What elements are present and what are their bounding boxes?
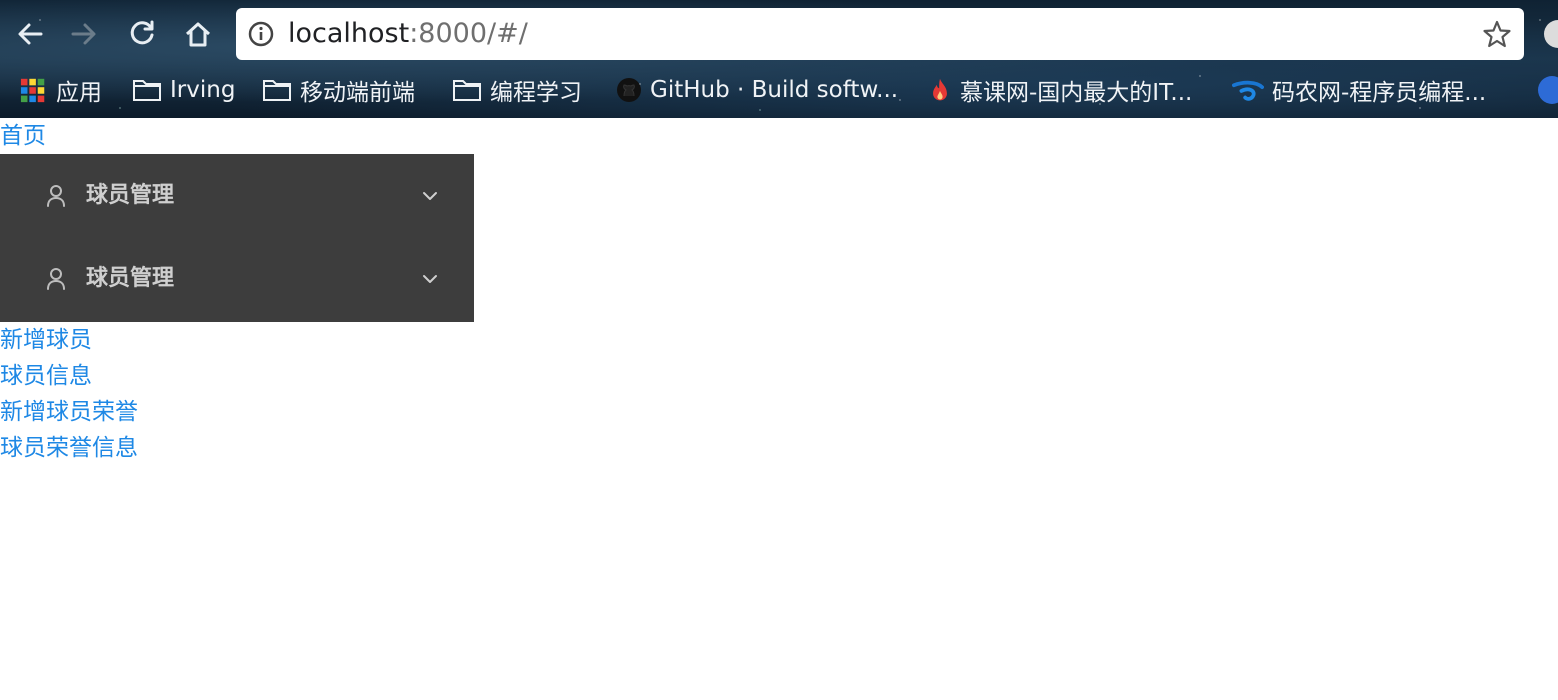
submenu-player-management[interactable]: 球员管理 — [0, 251, 474, 307]
forward-button[interactable] — [66, 14, 102, 54]
submenu-player-management[interactable]: 球员管理 — [0, 168, 474, 224]
home-button[interactable] — [180, 14, 216, 54]
folder-icon — [133, 80, 161, 101]
page-content: 首页 球员管理 球员管理 新增球员 球员信息 新增球员荣誉 球员荣誉信息 — [0, 118, 1558, 700]
link-player-info[interactable]: 球员信息 — [0, 358, 92, 394]
chevron-down-icon — [423, 192, 437, 200]
link-player-honor-info[interactable]: 球员荣誉信息 — [0, 430, 138, 466]
folder-icon — [453, 80, 481, 101]
bookmark-folder-irving[interactable]: Irving — [132, 74, 235, 106]
bookmark-overflow-icon[interactable] — [1538, 76, 1558, 104]
apps-grid-icon — [20, 78, 45, 103]
info-icon[interactable] — [248, 21, 274, 47]
bookmark-imooc[interactable]: 慕课网-国内最大的IT... — [928, 74, 1192, 106]
bookmark-apps[interactable]: 应用 — [20, 74, 102, 106]
bookmark-codeceo[interactable]: 码农网-程序员编程... — [1232, 74, 1486, 106]
url-host: localhost — [288, 18, 410, 49]
home-icon — [185, 22, 211, 47]
flame-icon — [933, 78, 947, 101]
bookmark-github[interactable]: GitHub · Build softw... — [616, 74, 898, 106]
bookmark-label: Irving — [170, 77, 236, 103]
link-add-player[interactable]: 新增球员 — [0, 322, 92, 358]
link-add-player-honor[interactable]: 新增球员荣誉 — [0, 394, 138, 430]
bookmark-label: 应用 — [56, 80, 102, 106]
bookmark-label: GitHub · Build softw... — [650, 77, 899, 103]
url-path: :8000/#/ — [409, 18, 528, 49]
bookmark-folder-programming[interactable]: 编程学习 — [452, 74, 582, 106]
home-link[interactable]: 首页 — [0, 118, 46, 154]
user-icon — [47, 268, 65, 290]
bookmark-label: 慕课网-国内最大的IT... — [960, 80, 1193, 106]
bookmarks-bar: 应用 Irving 移动端前端 编程学习 GitHub · Build soft… — [0, 68, 1558, 112]
extension-icon[interactable] — [1544, 20, 1558, 48]
url-text[interactable]: localhost:8000/#/ — [288, 18, 528, 50]
address-bar[interactable]: localhost:8000/#/ — [236, 8, 1524, 60]
bookmark-label: 移动端前端 — [300, 80, 415, 106]
chevron-down-icon — [423, 275, 437, 283]
submenu-title: 球员管理 — [86, 266, 175, 291]
bookmark-label: 码农网-程序员编程... — [1272, 80, 1487, 106]
browser-chrome: localhost:8000/#/ 应用 Irving 移动端前端 编程学习 G… — [0, 0, 1558, 118]
back-button[interactable] — [12, 14, 48, 54]
arrow-right-icon — [71, 23, 96, 45]
star-icon[interactable] — [1482, 19, 1512, 49]
bookmark-label: 编程学习 — [490, 80, 582, 106]
bookmark-folder-mobile[interactable]: 移动端前端 — [262, 74, 415, 106]
reload-button[interactable] — [124, 14, 160, 54]
side-menu: 球员管理 球员管理 — [0, 154, 474, 322]
submenu-title: 球员管理 — [86, 183, 175, 208]
github-icon — [617, 78, 641, 102]
folder-icon — [263, 80, 291, 101]
reload-icon — [130, 20, 154, 45]
codeceo-icon — [1232, 80, 1264, 101]
arrow-left-icon — [18, 23, 43, 45]
user-icon — [47, 185, 65, 207]
